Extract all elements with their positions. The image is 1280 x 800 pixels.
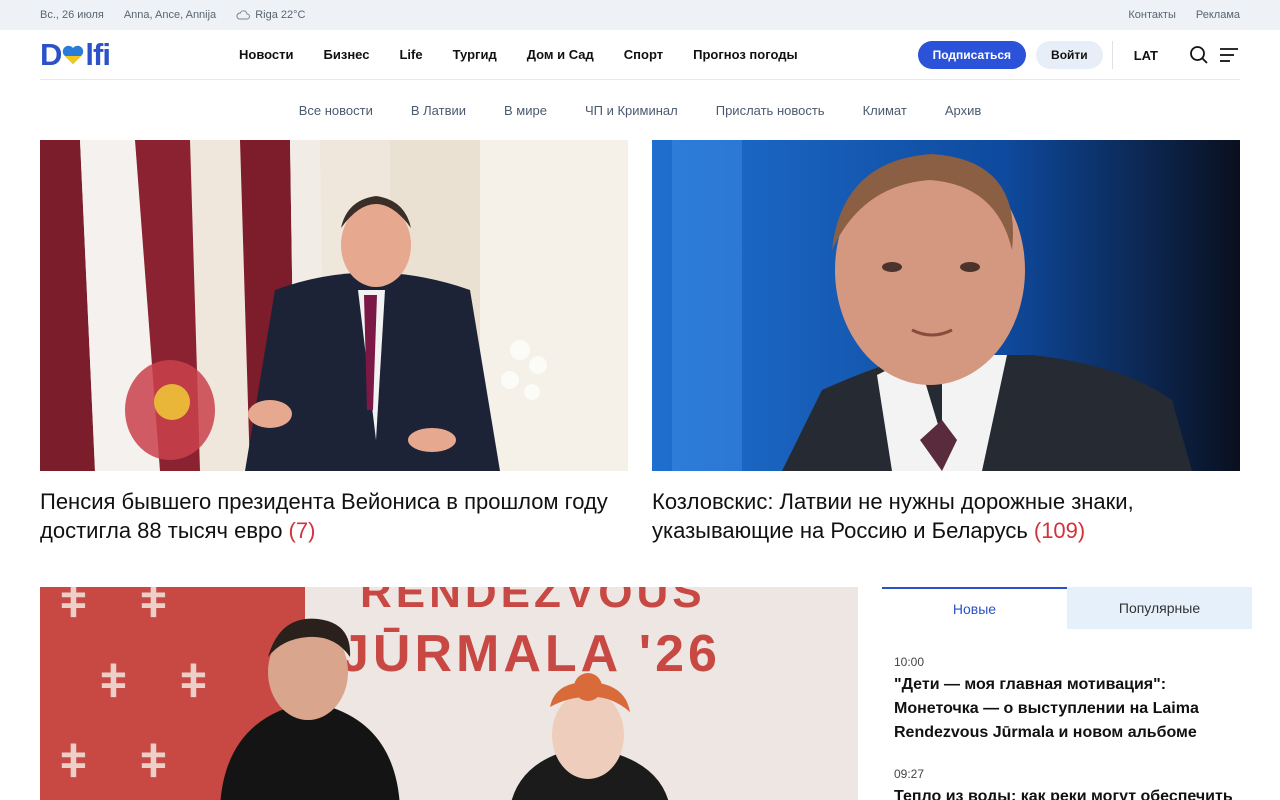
subnav-crime[interactable]: ЧП и Криминал <box>585 103 678 118</box>
header: D lfi Новости Бизнес Life Тургид Дом и С… <box>40 30 1240 80</box>
hero-article-1[interactable]: Пенсия бывшего президента Вейониса в про… <box>40 140 628 545</box>
nav-life[interactable]: Life <box>399 47 422 62</box>
lower-section: ǂ ǂ ǂ ǂ ǂ ǂ RENDEZVOUS JŪRMALA '26 Новые… <box>40 587 1280 800</box>
top-bar-right: Контакты Реклама <box>1128 9 1240 21</box>
subnav-send-news[interactable]: Прислать новость <box>716 103 825 118</box>
language-switch[interactable]: LAT <box>1134 48 1158 63</box>
list-item[interactable]: 10:00 "Дети — моя главная мотивация": Мо… <box>894 655 1240 745</box>
item-title[interactable]: "Дети — моя главная мотивация": Монеточк… <box>894 673 1240 745</box>
subnav-archive[interactable]: Архив <box>945 103 981 118</box>
svg-text:RENDEZVOUS: RENDEZVOUS <box>360 587 706 617</box>
tab-popular[interactable]: Популярные <box>1067 587 1252 629</box>
article-image[interactable] <box>40 140 628 471</box>
svg-text:ǂ: ǂ <box>60 587 87 627</box>
advertising-link[interactable]: Реклама <box>1196 9 1240 21</box>
sidebar-tabs: Новые Популярные <box>882 587 1252 629</box>
weather[interactable]: Riga 22°C <box>236 9 305 21</box>
news-sidebar: Новые Популярные 10:00 "Дети — моя главн… <box>882 587 1252 800</box>
festival-photo: ǂ ǂ ǂ ǂ ǂ ǂ RENDEZVOUS JŪRMALA '26 <box>40 587 858 800</box>
hero-articles: Пенсия бывшего президента Вейониса в про… <box>40 140 1240 545</box>
nav-business[interactable]: Бизнес <box>324 47 370 62</box>
president-photo <box>40 140 628 471</box>
featured-article-image[interactable]: ǂ ǂ ǂ ǂ ǂ ǂ RENDEZVOUS JŪRMALA '26 <box>40 587 858 800</box>
subnav-all-news[interactable]: Все новости <box>299 103 373 118</box>
subnav-latvia[interactable]: В Латвии <box>411 103 466 118</box>
comment-count[interactable]: (109) <box>1034 518 1085 543</box>
subscribe-button[interactable]: Подписаться <box>917 41 1027 69</box>
news-feed: 10:00 "Дети — моя главная мотивация": Мо… <box>882 629 1252 800</box>
svg-text:ǂ: ǂ <box>100 655 127 707</box>
search-icon <box>1190 46 1208 64</box>
subnav-climate[interactable]: Климат <box>863 103 907 118</box>
item-time: 09:27 <box>894 767 925 781</box>
hero-article-2[interactable]: Козловскис: Латвии не нужны дорожные зна… <box>652 140 1240 545</box>
date-text: Вс., 26 июля <box>40 9 104 21</box>
logo-letter-d: D <box>40 36 62 72</box>
svg-text:ǂ: ǂ <box>180 655 207 707</box>
sub-nav: Все новости В Латвии В мире ЧП и Кримина… <box>0 80 1280 140</box>
headline-text[interactable]: Пенсия бывшего президента Вейониса в про… <box>40 489 608 543</box>
top-bar-left: Вс., 26 июля Anna, Ance, Annija Riga 22°… <box>40 9 305 21</box>
article-headline[interactable]: Козловскис: Латвии не нужны дорожные зна… <box>652 487 1240 545</box>
svg-text:JŪRMALA '26: JŪRMALA '26 <box>340 625 721 683</box>
menu-button[interactable] <box>1218 44 1240 66</box>
comment-count[interactable]: (7) <box>289 518 316 543</box>
nav-sport[interactable]: Спорт <box>624 47 663 62</box>
logo-letters-lfi: lfi <box>85 36 111 72</box>
item-time: 10:00 <box>894 655 925 669</box>
nav-travel[interactable]: Тургид <box>453 47 497 62</box>
delfi-logo[interactable]: D lfi <box>40 37 240 73</box>
svg-text:ǂ: ǂ <box>140 735 167 787</box>
article-image[interactable] <box>652 140 1240 471</box>
contacts-link[interactable]: Контакты <box>1128 9 1176 21</box>
minister-photo <box>652 140 1240 471</box>
subnav-world[interactable]: В мире <box>504 103 547 118</box>
namedays-text: Anna, Ance, Annija <box>123 9 217 21</box>
article-headline[interactable]: Пенсия бывшего президента Вейониса в про… <box>40 487 628 545</box>
item-title[interactable]: Тепло из воды: как реки могут обеспечить <box>894 785 1240 800</box>
svg-text:ǂ: ǂ <box>140 587 167 627</box>
hamburger-menu-icon <box>1220 48 1238 62</box>
nav-weather[interactable]: Прогноз погоды <box>693 47 798 62</box>
main-nav: Новости Бизнес Life Тургид Дом и Сад Спо… <box>239 47 798 62</box>
nav-home-garden[interactable]: Дом и Сад <box>527 47 594 62</box>
divider <box>1111 41 1113 69</box>
svg-text:ǂ: ǂ <box>60 735 87 787</box>
top-bar: Вс., 26 июля Anna, Ance, Annija Riga 22°… <box>0 0 1280 30</box>
nav-news[interactable]: Новости <box>239 47 294 62</box>
tab-new[interactable]: Новые <box>882 587 1067 629</box>
search-button[interactable] <box>1188 44 1210 66</box>
list-item[interactable]: 09:27 Тепло из воды: как реки могут обес… <box>894 767 1240 800</box>
header-actions: Подписаться Войти LAT <box>917 41 1240 69</box>
cloud-icon <box>236 10 251 20</box>
login-button[interactable]: Войти <box>1036 41 1103 69</box>
weather-text: Riga 22°C <box>255 9 306 21</box>
heart-logo-icon <box>63 45 84 64</box>
